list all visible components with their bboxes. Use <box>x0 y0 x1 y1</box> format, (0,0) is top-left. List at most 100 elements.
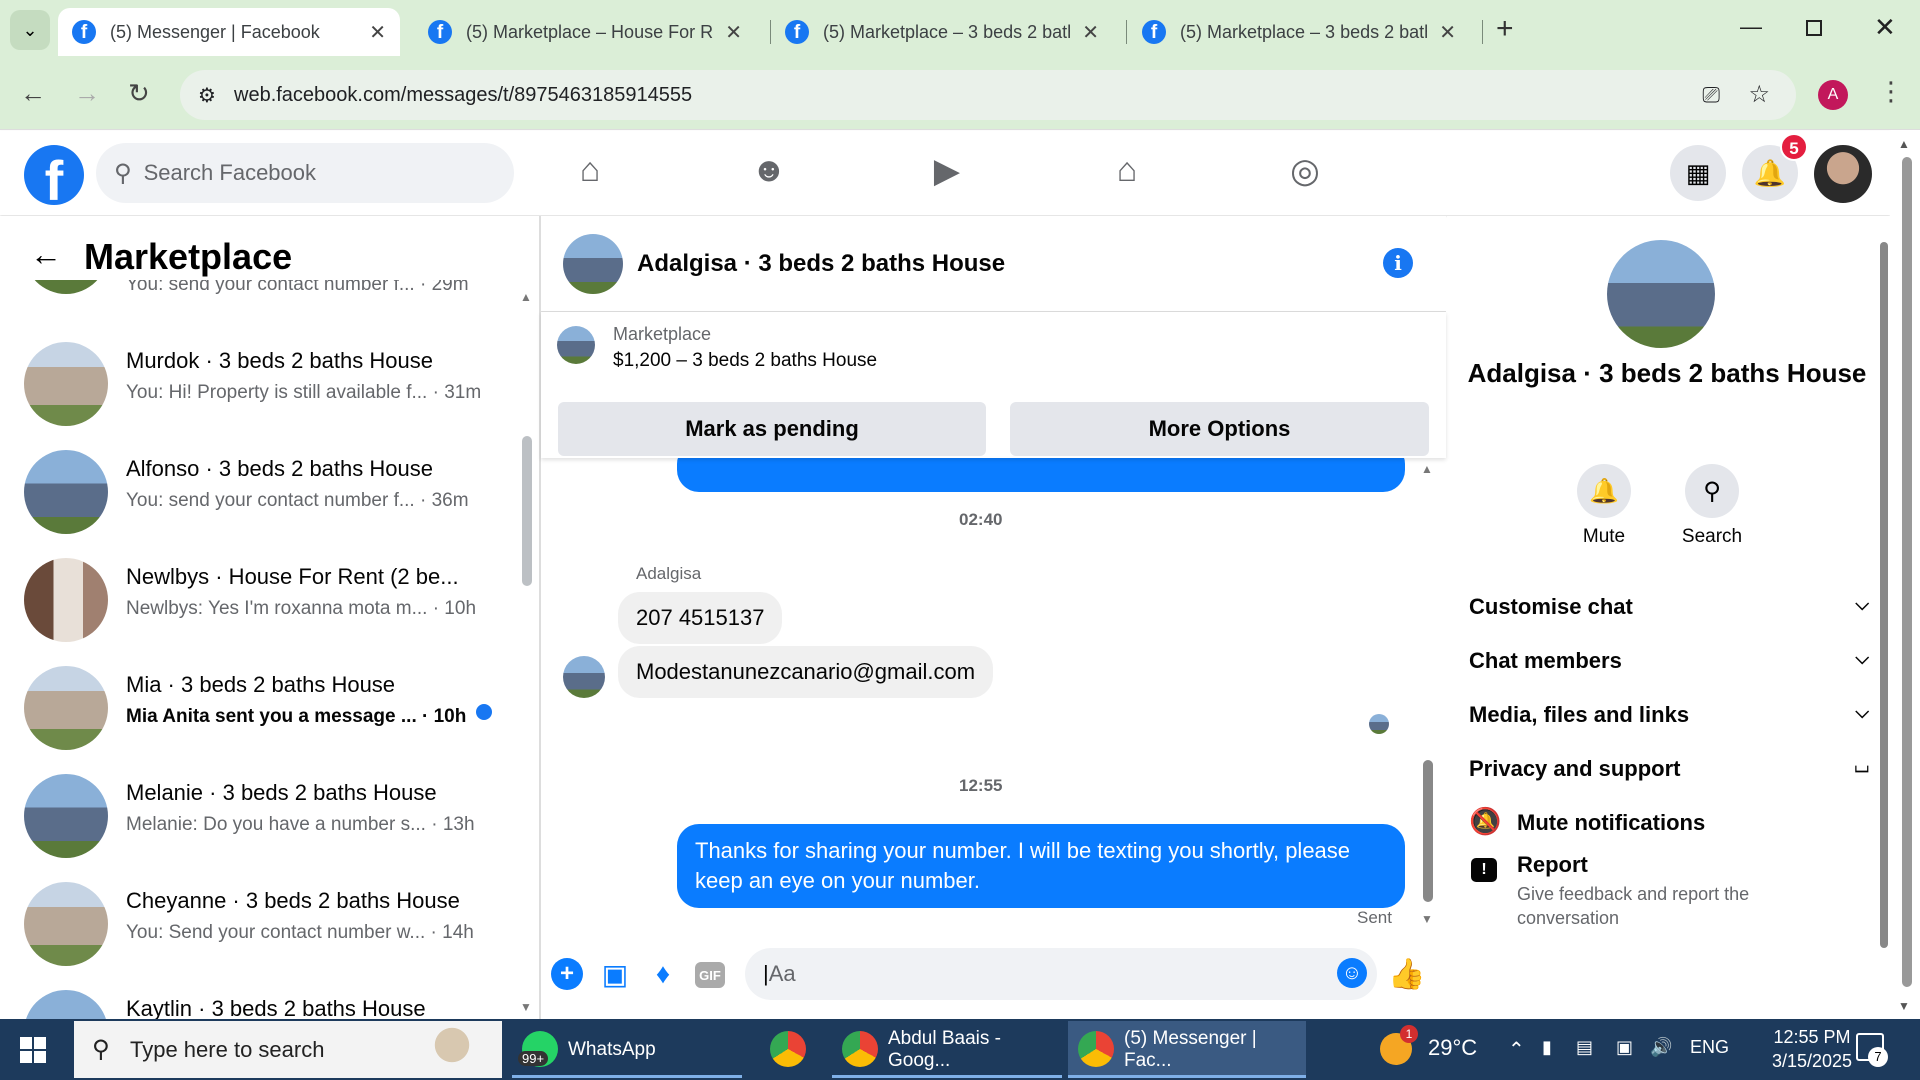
battery-icon[interactable]: ▮ <box>1542 1037 1552 1058</box>
more-options-button[interactable]: More Options <box>1010 402 1429 456</box>
windows-start-icon[interactable] <box>20 1037 46 1063</box>
photo-icon[interactable]: ▣ <box>599 958 631 990</box>
back-icon[interactable]: ← <box>20 78 46 109</box>
section-customise-chat[interactable]: Customise chat ⌵ <box>1469 594 1869 620</box>
section-chat-members[interactable]: Chat members ⌵ <box>1469 648 1869 674</box>
tab-marketplace-3beds-b[interactable]: f (5) Marketplace – 3 beds 2 bath ✕ <box>1128 8 1470 56</box>
weather-temp[interactable]: 29°C <box>1428 1035 1477 1061</box>
bookmark-star-icon[interactable]: ☆ <box>1748 80 1770 109</box>
install-app-icon[interactable]: ⎚ <box>1702 82 1720 108</box>
restore-icon[interactable] <box>1806 20 1822 36</box>
gaming-icon[interactable]: ◎ <box>1280 151 1330 191</box>
conversation-snippet: You: Send your contact number w... · 14h <box>126 922 474 943</box>
chat-profile-image[interactable] <box>1607 240 1715 348</box>
marketplace-icon[interactable]: ⌂ <box>1102 151 1152 190</box>
scroll-up-icon[interactable]: ▲ <box>1898 137 1910 151</box>
profile-avatar[interactable]: A <box>1818 80 1848 110</box>
facebook-search-input[interactable]: ⚲ Search Facebook <box>96 143 514 203</box>
list-item[interactable]: Kaytlin · 3 beds 2 baths House <box>0 974 520 1019</box>
message-status: Sent <box>1357 908 1392 927</box>
section-privacy-support[interactable]: Privacy and support ⌴ <box>1469 756 1869 782</box>
close-icon[interactable]: ✕ <box>725 20 742 45</box>
listing-price[interactable]: $1,200 – 3 beds 2 baths House <box>613 350 877 372</box>
close-icon[interactable]: ✕ <box>1082 20 1099 45</box>
language-indicator[interactable]: ENG <box>1690 1037 1729 1058</box>
list-item[interactable]: Mia · 3 beds 2 baths House Mia Anita sen… <box>0 650 520 758</box>
search-icon[interactable]: ⚲ <box>1685 464 1739 518</box>
clock[interactable]: 12:55 PM 3/15/2025 <box>1752 1025 1872 1073</box>
message-input[interactable]: | Aa ☺ <box>745 948 1377 1000</box>
scroll-up-icon[interactable]: ▲ <box>520 290 532 304</box>
list-item[interactable]: Melanie · 3 beds 2 baths House Melanie: … <box>0 758 520 866</box>
emoji-icon[interactable]: ☺ <box>1337 958 1367 988</box>
gif-icon[interactable]: GIF <box>695 962 725 988</box>
network-icon[interactable]: ▤ <box>1576 1037 1593 1058</box>
list-item[interactable]: Alfonso · 3 beds 2 baths House You: send… <box>0 434 520 542</box>
list-item[interactable]: Newlbys · House For Rent (2 be... Newlby… <box>0 542 520 650</box>
forward-icon[interactable]: → <box>74 78 100 109</box>
video-icon[interactable]: ▶ <box>922 151 972 191</box>
chat-scrollbar[interactable] <box>1423 760 1433 902</box>
chevron-up-icon[interactable]: ⌃ <box>1508 1037 1525 1062</box>
close-icon[interactable]: ✕ <box>369 20 386 45</box>
message-bubble-outgoing[interactable]: Thanks for sharing your number. I will b… <box>677 824 1405 908</box>
taskbar-whatsapp[interactable]: 99+ WhatsApp <box>512 1021 742 1078</box>
listing-thumbnail[interactable] <box>557 326 595 364</box>
friends-icon[interactable]: ☻ <box>744 151 794 190</box>
reload-icon[interactable]: ↻ <box>128 78 150 109</box>
close-window-icon[interactable]: ✕ <box>1874 12 1896 43</box>
tab-search-button[interactable]: ⌄ <box>10 10 50 50</box>
sticker-icon[interactable]: ♦ <box>647 958 679 990</box>
mark-as-pending-button[interactable]: Mark as pending <box>558 402 986 456</box>
bell-icon[interactable]: 🔔 <box>1577 464 1631 518</box>
taskbar-chrome[interactable] <box>762 1021 812 1078</box>
tab-marketplace-house[interactable]: f (5) Marketplace – House For Re ✕ <box>414 8 756 56</box>
chat-avatar[interactable] <box>563 234 623 294</box>
chat-header: Adalgisa · 3 beds 2 baths House i <box>541 216 1446 312</box>
home-icon[interactable]: ⌂ <box>565 151 615 190</box>
close-icon[interactable]: ✕ <box>1439 20 1456 45</box>
taskbar-search-input[interactable]: ⚲ Type here to search <box>74 1021 502 1078</box>
chat-title[interactable]: Adalgisa · 3 beds 2 baths House <box>637 250 1005 278</box>
page-scrollbar[interactable] <box>1902 157 1912 987</box>
scroll-down-icon[interactable]: ▼ <box>1898 999 1910 1013</box>
info-icon[interactable]: i <box>1383 248 1413 278</box>
list-item-partial[interactable]: You: send your contact number f... · 29m <box>0 280 530 310</box>
message-bubble-incoming[interactable]: Modestanunezcanario@gmail.com <box>618 646 994 698</box>
minimize-icon[interactable]: — <box>1740 14 1762 40</box>
facebook-logo[interactable]: f <box>24 145 84 205</box>
url-text: web.facebook.com/messages/t/897546318591… <box>234 83 693 106</box>
tab-marketplace-3beds-a[interactable]: f (5) Marketplace – 3 beds 2 bath ✕ <box>771 8 1113 56</box>
message-bubble-incoming[interactable]: 207 4515137 <box>618 592 783 644</box>
mute-notifications-button[interactable]: Mute notifications <box>1517 810 1705 836</box>
search-highlight-image <box>422 1025 482 1075</box>
chat-details-title: Adalgisa · 3 beds 2 baths House <box>1467 358 1867 388</box>
section-media-files-links[interactable]: Media, files and links ⌵ <box>1469 702 1869 728</box>
account-avatar[interactable] <box>1814 145 1872 203</box>
running-indicator <box>512 1075 742 1078</box>
details-scrollbar[interactable] <box>1880 242 1888 948</box>
scroll-down-icon[interactable]: ▼ <box>1421 912 1433 926</box>
scroll-up-icon[interactable]: ▲ <box>1421 462 1433 476</box>
site-info-icon[interactable]: ⚙ <box>198 83 216 108</box>
plus-icon[interactable]: + <box>551 958 583 990</box>
address-bar[interactable]: ⚙ web.facebook.com/messages/t/8975463185… <box>180 70 1796 120</box>
tab-messenger[interactable]: f (5) Messenger | Facebook ✕ <box>58 8 400 56</box>
new-tab-button[interactable]: + <box>1496 12 1514 46</box>
taskbar-app-label: Abdul Baais - Goog... <box>888 1027 1002 1071</box>
taskbar-chrome-abdul[interactable]: Abdul Baais - Goog... <box>832 1021 1062 1078</box>
report-button[interactable]: Report <box>1517 852 1588 878</box>
sender-avatar[interactable] <box>563 656 605 698</box>
scroll-down-icon[interactable]: ▼ <box>520 1000 532 1014</box>
display-icon[interactable]: ▣ <box>1616 1037 1633 1058</box>
list-item[interactable]: Murdok · 3 beds 2 baths House You: Hi! P… <box>0 326 520 434</box>
browser-menu-icon[interactable]: ⋮ <box>1878 76 1904 107</box>
list-item[interactable]: Cheyanne · 3 beds 2 baths House You: Sen… <box>0 866 520 974</box>
tab-strip: ⌄ f (5) Messenger | Facebook ✕ f (5) Mar… <box>0 0 1920 60</box>
list-scrollbar[interactable] <box>522 436 532 586</box>
menu-grid-icon[interactable]: ▦ <box>1670 145 1726 201</box>
back-arrow-icon[interactable]: ← <box>30 236 62 273</box>
taskbar-chrome-messenger[interactable]: (5) Messenger | Fac... <box>1068 1021 1306 1078</box>
thumbs-up-icon[interactable]: 👍 <box>1388 958 1425 991</box>
volume-icon[interactable]: 🔊 <box>1650 1037 1672 1058</box>
